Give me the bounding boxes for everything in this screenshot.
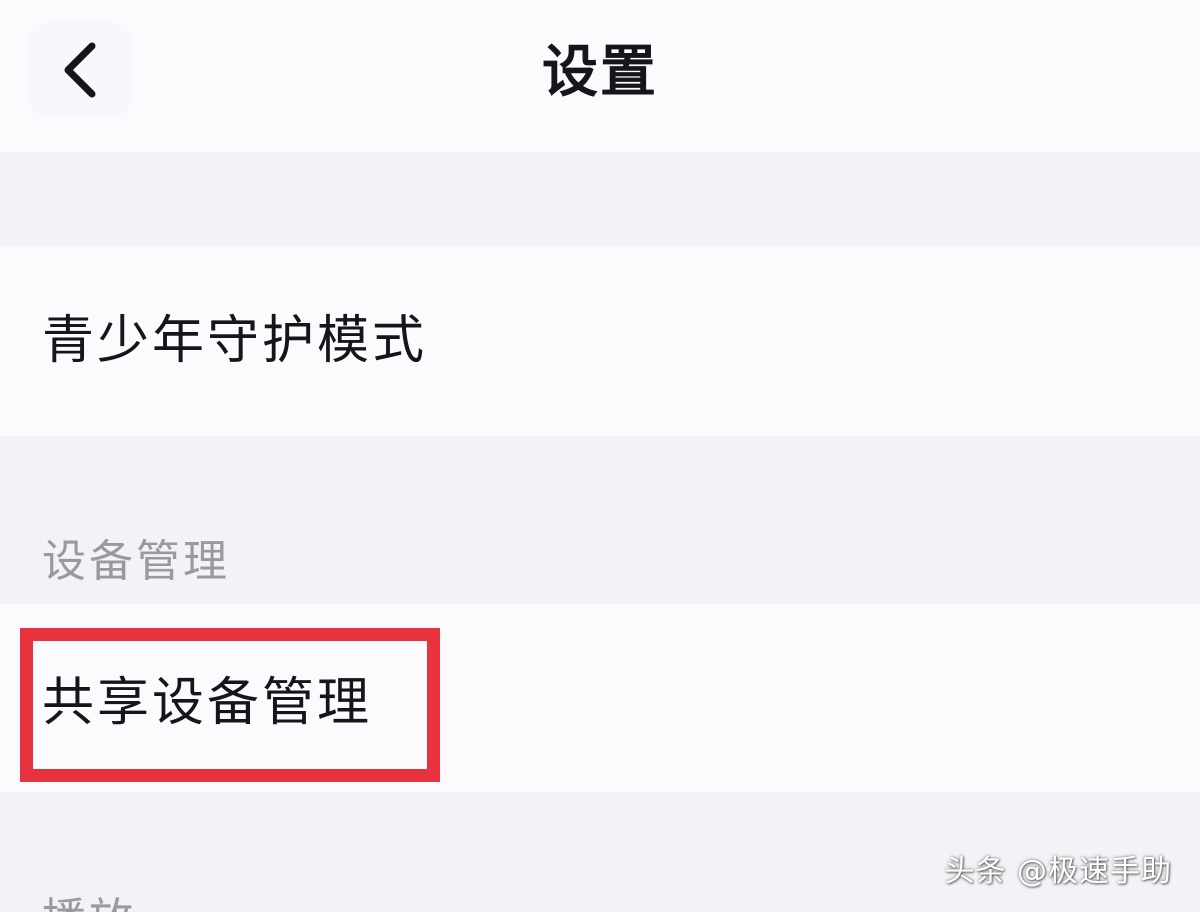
row-label: 共享设备管理	[42, 673, 373, 733]
navigation-bar: 设置	[0, 0, 1200, 152]
watermark: 头条 @极速手助	[944, 854, 1172, 889]
section-header-device-management: 设备管理	[42, 536, 230, 587]
row-label: 青少年守护模式	[42, 311, 428, 371]
section-header-playback: 播放	[42, 888, 136, 912]
settings-row-youth-mode[interactable]: 青少年守护模式	[0, 246, 1200, 436]
settings-page: 设置 青少年守护模式 设备管理 共享设备管理 播放 头条 @极速手助	[0, 0, 1200, 912]
page-title: 设置	[542, 40, 658, 105]
settings-row-shared-device-management[interactable]: 共享设备管理	[0, 604, 1200, 792]
